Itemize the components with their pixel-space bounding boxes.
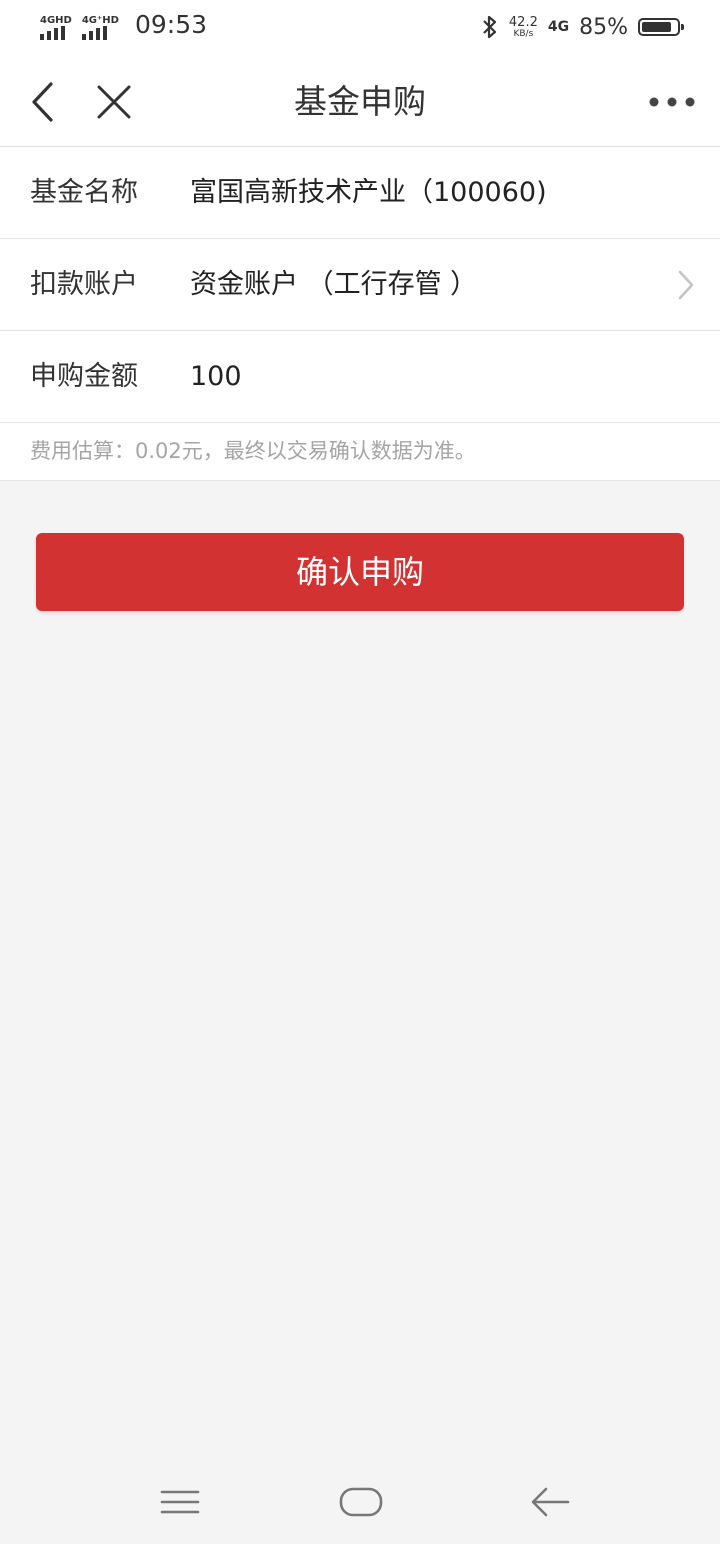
bluetooth-icon (483, 15, 497, 39)
fund-name-label: 基金名称 (30, 177, 138, 208)
amount-row[interactable]: 申购金额 100 (0, 331, 720, 423)
status-time: 09:53 (134, 10, 208, 39)
account-row[interactable]: 扣款账户 资金账户 （工行存管 ） (0, 239, 720, 331)
sim1-label: 4GHD (40, 15, 72, 26)
close-icon[interactable] (92, 80, 136, 124)
status-right: 42.2 KB/s 4G 85% (481, 14, 684, 40)
battery-fill (642, 22, 671, 32)
speed-unit: KB/s (513, 28, 534, 39)
battery-icon (638, 18, 684, 36)
system-navigation-bar (0, 1460, 720, 1544)
fund-name-row: 基金名称 富国高新技术产业（100060) (0, 147, 720, 239)
chevron-right-icon (678, 270, 694, 300)
sim2-label: 4G⁺HD (81, 15, 119, 26)
confirm-purchase-button[interactable]: 确认申购 (36, 533, 684, 611)
title-bar: 基金申购 (0, 56, 720, 147)
amount-input[interactable]: 100 (190, 331, 242, 422)
status-left: 4GHD 4G⁺HD 09:53 (40, 10, 207, 40)
menu-icon[interactable] (160, 1484, 200, 1520)
signal-bars-icon (81, 26, 107, 40)
speed-value: 42.2 (508, 14, 538, 30)
account-value: 资金账户 （工行存管 ） (190, 269, 478, 300)
sim2-signal: 4G⁺HD (81, 15, 119, 40)
status-bar: 4GHD 4G⁺HD 09:53 42.2 KB/s 4G 85% (0, 0, 720, 56)
network-speed: 42.2 KB/s (509, 16, 538, 39)
sim1-signal: 4GHD (40, 15, 72, 40)
amount-label: 申购金额 (30, 361, 138, 392)
more-horizontal-icon[interactable] (648, 80, 696, 124)
fund-name-value: 富国高新技术产业（100060) (190, 177, 547, 208)
purchase-form: 基金名称 富国高新技术产业（100060) 扣款账户 资金账户 （工行存管 ） … (0, 147, 720, 481)
home-icon[interactable] (338, 1484, 384, 1520)
signal-bars-icon (40, 26, 65, 40)
account-label: 扣款账户 (30, 269, 138, 300)
back-arrow-icon[interactable] (530, 1484, 572, 1520)
network-type: 4G (547, 19, 570, 35)
fee-estimate-note: 费用估算：0.02元，最终以交易确认数据为准。 (0, 423, 720, 481)
chevron-left-icon[interactable] (22, 80, 66, 124)
battery-percent: 85% (579, 14, 628, 40)
